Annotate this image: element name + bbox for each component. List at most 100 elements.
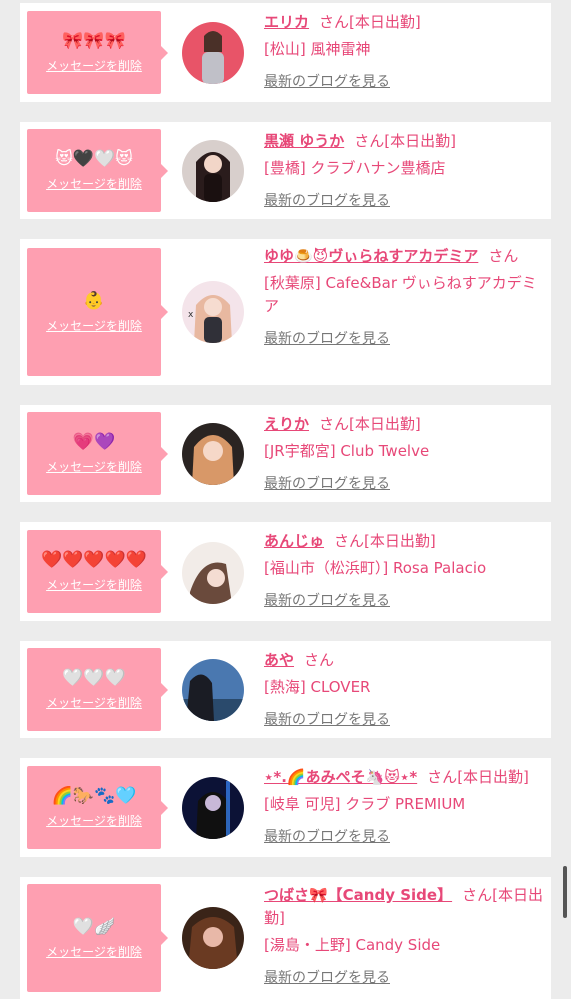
- shop-label: [松山] 風神雷神: [264, 40, 371, 58]
- avatar-image: [182, 907, 244, 969]
- delete-message-link[interactable]: メッセージを削除: [46, 458, 142, 475]
- message-bubble: ❤️❤️❤️❤️❤️ メッセージを削除: [27, 530, 168, 613]
- delete-message-link[interactable]: メッセージを削除: [46, 57, 142, 74]
- delete-message-link[interactable]: メッセージを削除: [46, 317, 142, 334]
- honorific: さん: [354, 132, 385, 150]
- avatar-image: x: [182, 281, 244, 343]
- avatar[interactable]: [182, 659, 244, 721]
- latest-blog-link[interactable]: 最新のブログを見る: [264, 71, 390, 91]
- name-line: えりか さん[本日出勤]: [264, 413, 543, 436]
- favorite-card: 😻🖤🤍😻 メッセージを削除 黒瀬 ゆうか さん[本日出勤] [豊橋] クラブハナン…: [20, 122, 551, 219]
- delete-message-link[interactable]: メッセージを削除: [46, 175, 142, 192]
- latest-blog-link[interactable]: 最新のブログを見る: [264, 590, 390, 610]
- message-emoji: ❤️❤️❤️❤️❤️: [41, 550, 147, 570]
- name-line: ⋆*.🌈あみぺそ🦄😻⋆* さん[本日出勤]: [264, 766, 543, 789]
- shop-label: [湯島・上野] Candy Side: [264, 936, 441, 954]
- cast-name-link[interactable]: あや: [264, 651, 294, 669]
- avatar-image: [182, 423, 244, 485]
- favorite-card: 💗💜 メッセージを削除 えりか さん[本日出勤] [JR宇都宮] Club Twe…: [20, 405, 551, 502]
- shop-label: [岐阜 可児] クラブ PREMIUM: [264, 795, 466, 813]
- honorific: さん: [319, 415, 350, 433]
- favorite-card: 🌈🐎🐾🩵 メッセージを削除 ⋆*.🌈あみぺそ🦄😻⋆* さん[本日出勤] [岐阜 可…: [20, 758, 551, 857]
- cast-info: えりか さん[本日出勤] [JR宇都宮] Club Twelve 最新のブログを見…: [264, 413, 543, 493]
- avatar[interactable]: [182, 907, 244, 969]
- honorific: さん: [427, 768, 458, 786]
- message-bubble: 🤍🤍🤍 メッセージを削除: [27, 648, 168, 731]
- avatar[interactable]: [182, 140, 244, 202]
- message-bubble: 🤍🪽 メッセージを削除: [27, 884, 168, 992]
- shop-label: [豊橋] クラブハナン豊橋店: [264, 159, 446, 177]
- honorific: さん: [319, 13, 350, 31]
- latest-blog-link[interactable]: 最新のブログを見る: [264, 328, 390, 348]
- cast-name-link[interactable]: あんじゅ: [264, 532, 324, 550]
- cast-name-link[interactable]: つばさ🎀【Candy Side】: [264, 886, 452, 904]
- name-line: エリカ さん[本日出勤]: [264, 11, 543, 34]
- status-label: [本日出勤]: [349, 415, 421, 433]
- message-emoji: 💗💜: [72, 432, 116, 452]
- cast-name-link[interactable]: 黒瀬 ゆうか: [264, 132, 344, 150]
- cast-info: ⋆*.🌈あみぺそ🦄😻⋆* さん[本日出勤] [岐阜 可児] クラブ PREMIUM…: [264, 766, 543, 846]
- shop-label: [熱海] CLOVER: [264, 678, 371, 696]
- message-emoji: 😻🖤🤍😻: [55, 149, 133, 169]
- name-line: あや さん: [264, 649, 543, 672]
- latest-blog-link[interactable]: 最新のブログを見る: [264, 967, 390, 987]
- name-line: 黒瀬 ゆうか さん[本日出勤]: [264, 130, 543, 153]
- avatar-image: [182, 140, 244, 202]
- favorite-card: 🤍🤍🤍 メッセージを削除 あや さん [熱海] CLOVER 最新のブログを見る: [20, 641, 551, 738]
- shop-label: [JR宇都宮] Club Twelve: [264, 442, 430, 460]
- latest-blog-link[interactable]: 最新のブログを見る: [264, 709, 390, 729]
- delete-message-link[interactable]: メッセージを削除: [46, 943, 142, 960]
- cast-name-link[interactable]: エリカ: [264, 13, 309, 31]
- avatar[interactable]: [182, 423, 244, 485]
- message-emoji: 🌈🐎🐾🩵: [51, 786, 137, 806]
- shop-label: [福山市（松浜町）] Rosa Palacio: [264, 559, 487, 577]
- cast-info: ゆゆ🍮😈ヴぃらねすアカデミア さん [秋葉原] Cafe&Bar ヴぃらねすアカデ…: [264, 245, 543, 348]
- avatar-image: [182, 659, 244, 721]
- avatar-image: [182, 542, 244, 604]
- message-emoji: 🤍🤍🤍: [62, 668, 126, 688]
- scrollbar[interactable]: [563, 866, 567, 918]
- honorific: さん: [462, 886, 493, 904]
- favorite-card: 👶 メッセージを削除 x ゆゆ🍮😈ヴぃらねすアカデミア さん [秋葉原] Cafe…: [20, 239, 551, 385]
- message-bubble: 👶 メッセージを削除: [27, 248, 168, 376]
- cast-info: あや さん [熱海] CLOVER 最新のブログを見る: [264, 649, 543, 729]
- message-bubble: 🎀🎀🎀 メッセージを削除: [27, 11, 168, 94]
- avatar[interactable]: [182, 22, 244, 84]
- latest-blog-link[interactable]: 最新のブログを見る: [264, 826, 390, 846]
- cast-name-link[interactable]: ゆゆ🍮😈ヴぃらねすアカデミア: [264, 247, 478, 265]
- avatar[interactable]: [182, 777, 244, 839]
- delete-message-link[interactable]: メッセージを削除: [46, 694, 142, 711]
- delete-message-link[interactable]: メッセージを削除: [46, 812, 142, 829]
- honorific: さん: [488, 247, 519, 265]
- message-emoji: 🎀🎀🎀: [62, 31, 126, 51]
- status-label: [本日出勤]: [457, 768, 529, 786]
- shop-label: [秋葉原] Cafe&Bar ヴぃらねすアカデミア: [264, 274, 537, 315]
- cast-name-link[interactable]: ⋆*.🌈あみぺそ🦄😻⋆*: [264, 768, 417, 786]
- favorite-card: 🤍🪽 メッセージを削除 つばさ🎀【Candy Side】 さん[本日出勤] [湯島…: [20, 877, 551, 999]
- cast-info: エリカ さん[本日出勤] [松山] 風神雷神 最新のブログを見る: [264, 11, 543, 91]
- avatar[interactable]: x: [182, 281, 244, 343]
- cast-info: あんじゅ さん[本日出勤] [福山市（松浜町）] Rosa Palacio 最新の…: [264, 530, 543, 610]
- cast-info: つばさ🎀【Candy Side】 さん[本日出勤] [湯島・上野] Candy S…: [264, 884, 543, 987]
- name-line: あんじゅ さん[本日出勤]: [264, 530, 543, 553]
- status-label: [本日出勤]: [364, 532, 436, 550]
- latest-blog-link[interactable]: 最新のブログを見る: [264, 190, 390, 210]
- message-bubble: 😻🖤🤍😻 メッセージを削除: [27, 129, 168, 212]
- cast-info: 黒瀬 ゆうか さん[本日出勤] [豊橋] クラブハナン豊橋店 最新のブログを見る: [264, 130, 543, 210]
- favorite-card: 🎀🎀🎀 メッセージを削除 エリカ さん[本日出勤] [松山] 風神雷神 最新のブロ…: [20, 3, 551, 102]
- status-label: [本日出勤]: [349, 13, 421, 31]
- avatar-image: [182, 777, 244, 839]
- name-line: つばさ🎀【Candy Side】 さん[本日出勤]: [264, 884, 543, 930]
- message-emoji: 🤍🪽: [72, 916, 116, 937]
- honorific: さん: [334, 532, 365, 550]
- delete-message-link[interactable]: メッセージを削除: [46, 576, 142, 593]
- status-label: [本日出勤]: [384, 132, 456, 150]
- latest-blog-link[interactable]: 最新のブログを見る: [264, 473, 390, 493]
- avatar-image: [182, 22, 244, 84]
- favorite-card: ❤️❤️❤️❤️❤️ メッセージを削除 あんじゅ さん[本日出勤] [福山市（松浜…: [20, 522, 551, 621]
- avatar[interactable]: [182, 542, 244, 604]
- message-bubble: 💗💜 メッセージを削除: [27, 412, 168, 495]
- cast-name-link[interactable]: えりか: [264, 415, 309, 433]
- message-emoji: 👶: [83, 290, 105, 311]
- honorific: さん: [304, 651, 335, 669]
